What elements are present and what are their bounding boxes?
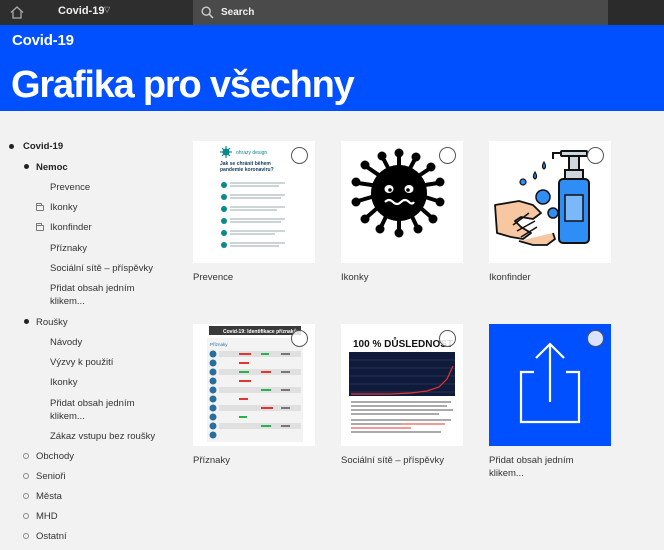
search-input[interactable] — [221, 0, 601, 25]
prevence-brand: ohrazy design — [236, 150, 267, 156]
collapsed-node-icon — [23, 513, 29, 519]
folder-icon — [36, 223, 44, 231]
card-caption[interactable]: Přidat obsah jedním klikem... — [489, 454, 629, 480]
page-header: Covid-19 Grafika pro všechny — [0, 25, 664, 111]
select-checkbox[interactable] — [439, 330, 456, 347]
tree-item-zakaz-vstupu[interactable]: Zákaz vstupu bez roušky — [50, 430, 155, 443]
card-caption[interactable]: Příznaky — [193, 454, 333, 467]
select-checkbox[interactable] — [587, 147, 604, 164]
tree-item-pridat-obsah-rousky-2[interactable]: klikem... — [50, 410, 85, 423]
chevron-down-icon[interactable]: ▽ — [104, 5, 110, 14]
tree-item-mhd[interactable]: MHD — [36, 510, 58, 523]
tree-item-prevence[interactable]: Prevence — [50, 181, 90, 194]
context-switcher[interactable]: Covid-19 ▽ — [0, 0, 193, 25]
card-caption[interactable]: Ikonky — [341, 271, 481, 284]
search-icon — [201, 6, 214, 19]
card-caption-line1: Přidat obsah jedním — [489, 455, 574, 466]
tree-item-pridat-obsah-rousky[interactable]: Přidat obsah jedním — [50, 397, 135, 410]
select-checkbox[interactable] — [291, 147, 308, 164]
tree-item-ostatni[interactable]: Ostatní — [36, 530, 67, 543]
tree-item-ikonky-rousky[interactable]: Ikonky — [50, 376, 77, 389]
card-caption-line2: klikem... — [489, 468, 524, 479]
collapsed-node-icon — [23, 493, 29, 499]
tree-item-pridat-obsah[interactable]: Přidat obsah jedním — [50, 282, 135, 295]
priznaky-column: Příznaky — [210, 342, 228, 347]
tree-item-ikonky[interactable]: Ikonky — [50, 201, 77, 214]
home-icon[interactable] — [10, 6, 24, 19]
tree-item-obchody[interactable]: Obchody — [36, 450, 74, 463]
bullet-icon — [9, 144, 14, 149]
folder-icon — [36, 203, 44, 211]
tree-item-seniori[interactable]: Senioři — [36, 470, 66, 483]
tree-item-mesta[interactable]: Města — [36, 490, 62, 503]
collapsed-node-icon — [23, 533, 29, 539]
collapsed-node-icon — [23, 453, 29, 459]
tree-item-socialni-site[interactable]: Sociální sítě – příspěvky — [50, 262, 153, 275]
tree-item-vyzvy[interactable]: Výzvy k použití — [50, 356, 113, 369]
select-checkbox[interactable] — [291, 330, 308, 347]
site-subtitle[interactable]: Covid-19 — [12, 32, 74, 49]
tree-item-nemoc[interactable]: Nemoc — [36, 161, 68, 174]
collapsed-node-icon — [23, 473, 29, 479]
tree-item-priznaky[interactable]: Příznaky — [50, 242, 87, 255]
tree-item-navody[interactable]: Návody — [50, 336, 82, 349]
page-title: Grafika pro všechny — [11, 64, 355, 106]
select-checkbox[interactable] — [439, 147, 456, 164]
bullet-icon — [24, 164, 29, 169]
top-bar: Covid-19 ▽ — [0, 0, 664, 25]
tree-item-rousky[interactable]: Roušky — [36, 316, 68, 329]
sidebar-tree: Covid-19 Nemoc Prevence Ikonky Ikonfinde… — [0, 111, 185, 550]
search-bar[interactable] — [193, 0, 608, 25]
card-caption[interactable]: Ikonfinder — [489, 271, 629, 284]
tree-item-ikonfinder[interactable]: Ikonfinder — [50, 221, 92, 234]
tree-item-pridat-obsah-2[interactable]: klikem... — [50, 295, 85, 308]
bullet-icon — [24, 319, 29, 324]
select-checkbox[interactable] — [587, 330, 604, 347]
tree-item-covid19[interactable]: Covid-19 — [23, 140, 63, 153]
prevence-heading: Jak se chránit během pandemie koronaviru… — [220, 161, 274, 173]
card-caption[interactable]: Prevence — [193, 271, 333, 284]
context-label[interactable]: Covid-19 — [58, 5, 104, 17]
priznaky-heading: Covid-19: Identifikace příznaků — [223, 328, 297, 335]
card-caption[interactable]: Sociální sítě – příspěvky — [341, 454, 481, 467]
